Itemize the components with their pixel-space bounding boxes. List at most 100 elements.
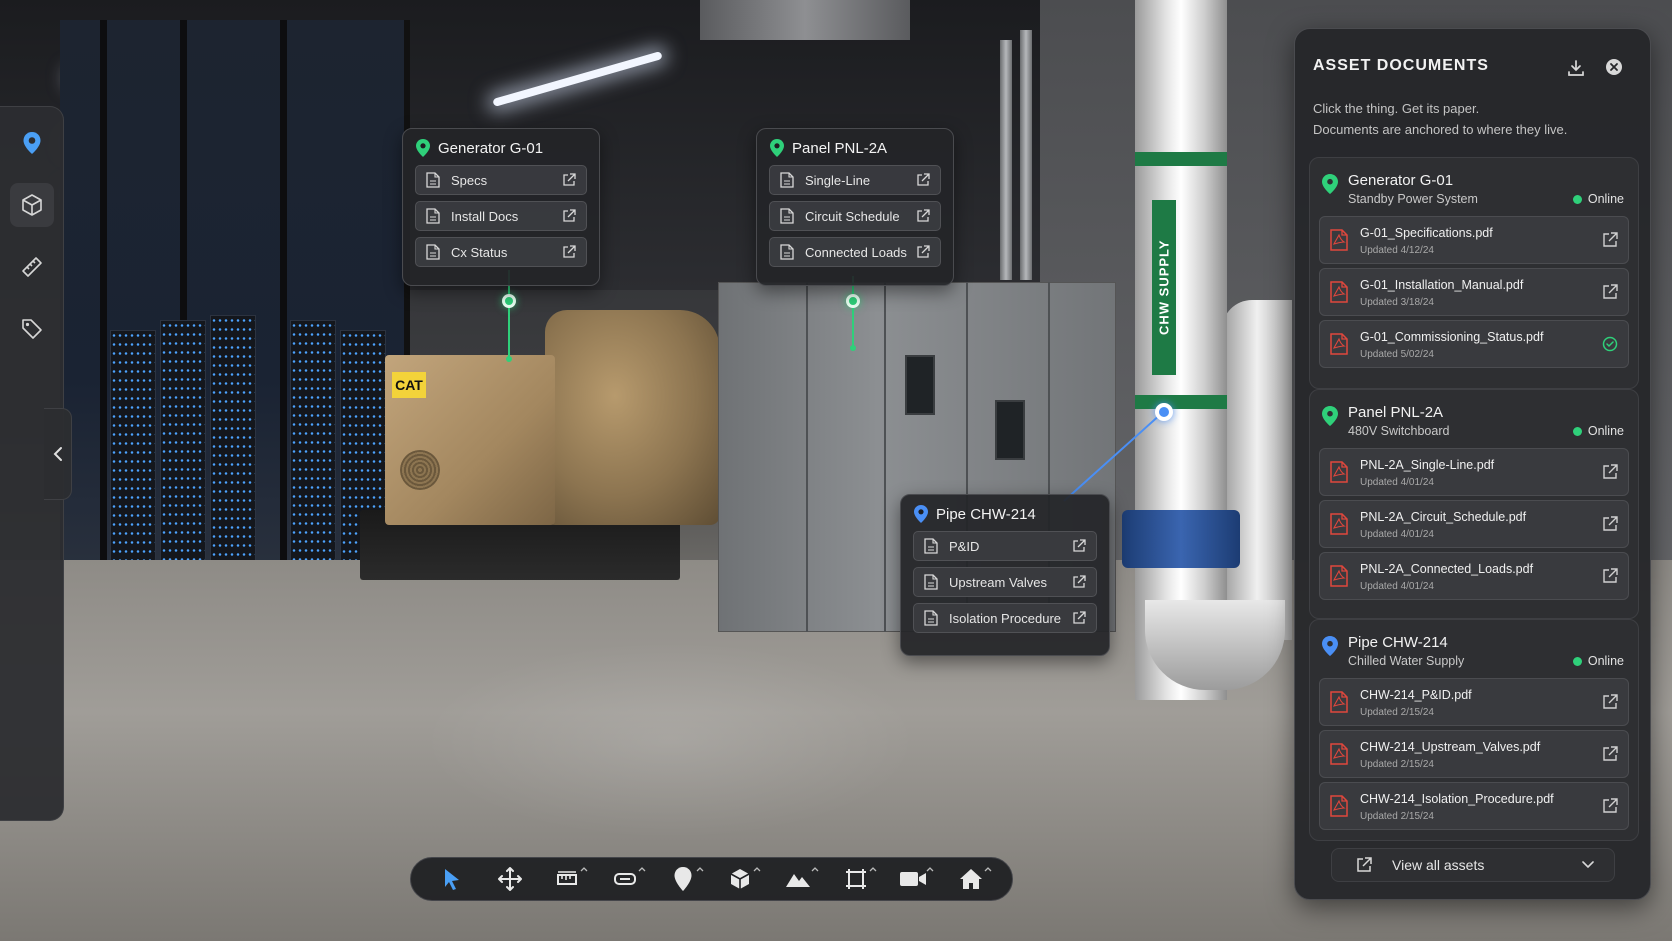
tool-model[interactable] bbox=[712, 857, 770, 901]
callout-doc-cx-status[interactable]: Cx Status bbox=[415, 237, 587, 267]
tool-select[interactable] bbox=[423, 857, 481, 901]
external-link-icon[interactable] bbox=[562, 209, 576, 223]
pipe-callout-header: Pipe CHW-214 bbox=[901, 495, 1109, 531]
tool-terrain[interactable] bbox=[769, 857, 827, 901]
external-link-icon[interactable] bbox=[916, 245, 930, 259]
external-link-icon[interactable] bbox=[1602, 284, 1618, 300]
tool-pin[interactable] bbox=[654, 857, 712, 901]
document-row[interactable]: PNL-2A_Single-Line.pdf Updated 4/01/24 bbox=[1319, 448, 1629, 496]
close-panel-button[interactable] bbox=[1603, 56, 1625, 78]
external-link-icon[interactable] bbox=[1072, 575, 1086, 589]
pdf-file-icon bbox=[1330, 743, 1348, 765]
document-filename: PNL-2A_Connected_Loads.pdf bbox=[1360, 562, 1534, 576]
left-tool-tags[interactable] bbox=[10, 307, 54, 351]
external-link-icon[interactable] bbox=[1602, 232, 1618, 248]
document-row[interactable]: PNL-2A_Circuit_Schedule.pdf Updated 4/01… bbox=[1319, 500, 1629, 548]
callout-doc-isolation-procedure[interactable]: Isolation Procedure bbox=[913, 603, 1097, 633]
document-icon bbox=[426, 244, 440, 260]
panel-subtitle: Click the thing. Get its paper. bbox=[1313, 101, 1480, 116]
callout-doc-circuit-schedule[interactable]: Circuit Schedule bbox=[769, 201, 941, 231]
tool-crop[interactable] bbox=[827, 857, 885, 901]
pin-icon bbox=[1322, 174, 1338, 194]
external-link-icon[interactable] bbox=[1602, 464, 1618, 480]
external-link-icon[interactable] bbox=[1602, 746, 1618, 762]
external-link-icon[interactable] bbox=[1602, 568, 1618, 584]
external-link-icon[interactable] bbox=[1602, 516, 1618, 532]
callout-doc-install[interactable]: Install Docs bbox=[415, 201, 587, 231]
label-icon bbox=[613, 873, 636, 885]
callout-doc-single-line[interactable]: Single-Line bbox=[769, 165, 941, 195]
pipe-anchor-pin[interactable] bbox=[1155, 403, 1173, 421]
asset-header[interactable]: Generator G-01 Standby Power System Onli… bbox=[1310, 158, 1638, 216]
pipe-anchor-line bbox=[1063, 412, 1163, 502]
document-row[interactable]: CHW-214_Upstream_Valves.pdf Updated 2/15… bbox=[1319, 730, 1629, 778]
asset-type: Standby Power System bbox=[1348, 192, 1478, 206]
document-updated: Updated 3/18/24 bbox=[1360, 297, 1434, 308]
cube-icon bbox=[22, 194, 42, 216]
external-link-icon[interactable] bbox=[1602, 798, 1618, 814]
document-filename: CHW-214_Isolation_Procedure.pdf bbox=[1360, 792, 1554, 806]
callout-doc-connected-loads[interactable]: Connected Loads bbox=[769, 237, 941, 267]
external-link-icon[interactable] bbox=[562, 245, 576, 259]
cube-icon bbox=[730, 869, 750, 889]
callout-doc-pid[interactable]: P&ID bbox=[913, 531, 1097, 561]
generator-anchor-pin[interactable] bbox=[502, 294, 516, 308]
callout-row-label: Single-Line bbox=[805, 172, 871, 188]
collapse-sidebar-button[interactable] bbox=[44, 408, 72, 500]
pdf-file-icon bbox=[1330, 333, 1348, 355]
floor-reflection bbox=[420, 640, 920, 840]
external-link-icon[interactable] bbox=[916, 173, 930, 187]
window-mullion bbox=[280, 20, 287, 620]
external-link-icon[interactable] bbox=[1602, 694, 1618, 710]
move-icon bbox=[497, 867, 522, 891]
generator-engine[interactable] bbox=[545, 310, 720, 525]
tool-label[interactable] bbox=[596, 857, 654, 901]
left-tool-3d-model[interactable] bbox=[10, 183, 54, 227]
asset-card-pipe: Pipe CHW-214 Chilled Water Supply Online… bbox=[1309, 619, 1639, 841]
asset-documents-panel: ASSET DOCUMENTS Click the thing. Get its… bbox=[1294, 28, 1651, 900]
asset-card-generator: Generator G-01 Standby Power System Onli… bbox=[1309, 157, 1639, 389]
left-tool-location[interactable] bbox=[10, 121, 54, 165]
document-row[interactable]: G-01_Installation_Manual.pdf Updated 3/1… bbox=[1319, 268, 1629, 316]
document-row[interactable]: CHW-214_P&ID.pdf Updated 2/15/24 bbox=[1319, 678, 1629, 726]
status-badge: Online bbox=[1572, 424, 1624, 438]
asset-header[interactable]: Panel PNL-2A 480V Switchboard Online bbox=[1310, 390, 1638, 448]
callout-row-label: P&ID bbox=[949, 538, 980, 554]
document-row[interactable]: PNL-2A_Connected_Loads.pdf Updated 4/01/… bbox=[1319, 552, 1629, 600]
panel-anchor-pin[interactable] bbox=[846, 294, 860, 308]
server-rack bbox=[290, 320, 336, 590]
pin-icon bbox=[674, 867, 692, 891]
chilled-water-pipe[interactable] bbox=[1135, 0, 1227, 700]
chevron-up-icon bbox=[869, 867, 877, 872]
panel-anchor-base bbox=[850, 345, 856, 351]
tool-camera[interactable] bbox=[885, 857, 943, 901]
external-link-icon[interactable] bbox=[562, 173, 576, 187]
tool-home[interactable] bbox=[942, 857, 1000, 901]
download-button[interactable] bbox=[1565, 57, 1587, 79]
callout-row-label: Connected Loads bbox=[805, 244, 907, 260]
callout-row-label: Upstream Valves bbox=[949, 574, 1048, 590]
tool-measure[interactable] bbox=[538, 857, 596, 901]
chevron-up-icon bbox=[696, 867, 703, 872]
view-all-assets-button[interactable]: View all assets bbox=[1331, 848, 1615, 882]
external-link-icon[interactable] bbox=[916, 209, 930, 223]
document-icon bbox=[780, 172, 794, 188]
external-link-icon[interactable] bbox=[1072, 539, 1086, 553]
document-row[interactable]: G-01_Commissioning_Status.pdf Updated 5/… bbox=[1319, 320, 1629, 368]
document-row[interactable]: G-01_Specifications.pdf Updated 4/12/24 bbox=[1319, 216, 1629, 264]
document-row[interactable]: CHW-214_Isolation_Procedure.pdf Updated … bbox=[1319, 782, 1629, 830]
panel-seam bbox=[884, 282, 886, 632]
conduit bbox=[1000, 40, 1012, 280]
asset-name: Pipe CHW-214 bbox=[1348, 634, 1448, 651]
status-badge: Online bbox=[1572, 654, 1624, 668]
panel-meter bbox=[905, 355, 935, 415]
pipe-callout: Pipe CHW-214 P&ID Upstream Valves Isolat… bbox=[900, 494, 1110, 656]
generator-callout: Generator G-01 Specs Install Docs Cx Sta… bbox=[402, 128, 600, 286]
left-tool-measure[interactable] bbox=[10, 245, 54, 289]
asset-header[interactable]: Pipe CHW-214 Chilled Water Supply Online bbox=[1310, 620, 1638, 678]
pdf-file-icon bbox=[1330, 795, 1348, 817]
callout-doc-upstream-valves[interactable]: Upstream Valves bbox=[913, 567, 1097, 597]
external-link-icon[interactable] bbox=[1072, 611, 1086, 625]
tool-move[interactable] bbox=[481, 857, 539, 901]
callout-doc-specs[interactable]: Specs bbox=[415, 165, 587, 195]
